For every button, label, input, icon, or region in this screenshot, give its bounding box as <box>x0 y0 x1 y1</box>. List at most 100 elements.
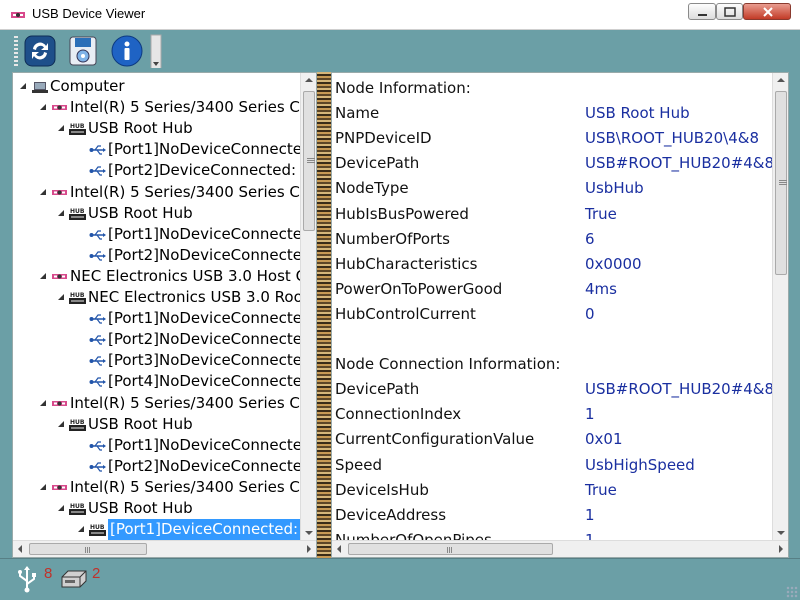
scroll-right-arrow-icon[interactable] <box>307 545 311 553</box>
tree-node[interactable]: [Port1]NoDeviceConnected <box>13 435 311 456</box>
info-value: 1 <box>585 505 595 524</box>
tree-node[interactable]: [Port2]NoDeviceConnected <box>13 329 311 350</box>
scroll-down-arrow-icon[interactable] <box>305 531 313 535</box>
tree-node[interactable]: HUB USB Root Hub <box>13 203 300 224</box>
info-key: DevicePath <box>335 380 420 399</box>
tree-node-label: USB Root Hub <box>88 119 193 138</box>
scroll-thumb[interactable] <box>775 91 787 275</box>
close-button[interactable] <box>743 3 791 20</box>
tree-node-label: [Port3]NoDeviceConnected <box>108 351 312 370</box>
scroll-left-arrow-icon[interactable] <box>337 545 341 553</box>
info-row[interactable]: NumberOfPorts 6 <box>335 227 775 252</box>
scroll-down-arrow-icon[interactable] <box>777 531 785 535</box>
maximize-button[interactable] <box>716 3 743 20</box>
expand-arrow-icon[interactable] <box>39 103 47 111</box>
usb-port-icon <box>89 142 106 157</box>
info-button[interactable] <box>110 34 144 68</box>
scroll-left-arrow-icon[interactable] <box>18 545 22 553</box>
info-row[interactable]: HubControlCurrent 0 <box>335 302 775 327</box>
resize-grip[interactable] <box>786 586 798 598</box>
toolbar-overflow-icon[interactable] <box>150 30 162 68</box>
usb-controller-icon <box>51 100 68 115</box>
tree-node[interactable]: [Port2]DeviceConnected: <box>13 160 300 181</box>
scroll-thumb[interactable] <box>29 543 147 555</box>
usb-symbol-icon <box>18 566 36 593</box>
info-row[interactable]: HubCharacteristics 0x0000 <box>335 252 775 277</box>
expand-arrow-icon[interactable] <box>39 483 47 491</box>
panel-splitter[interactable] <box>317 72 331 558</box>
scroll-thumb[interactable] <box>348 543 553 555</box>
tree-node-label: [Port1]NoDeviceConnected <box>108 140 312 159</box>
tree-node[interactable]: Intel(R) 5 Series/3400 Series Chipset Fa… <box>13 477 316 498</box>
tree-horizontal-scrollbar[interactable] <box>13 540 316 557</box>
info-row[interactable]: HubIsBusPowered True <box>335 202 775 227</box>
info-row[interactable]: DeviceAddress 1 <box>335 503 775 528</box>
tree-node[interactable]: Intel(R) 5 Series/3400 Series Chipset Fa… <box>13 182 316 203</box>
hub-icon: HUB <box>69 206 86 221</box>
expand-arrow-icon[interactable] <box>57 504 65 512</box>
tree-node[interactable]: Intel(R) 5 Series/3400 Series Chipset Fa… <box>13 97 316 118</box>
expand-arrow-icon[interactable] <box>77 525 85 533</box>
toolbar-grip[interactable] <box>14 36 18 66</box>
tree-node[interactable]: Intel(R) 5 Series/3400 Series Chipset Fa… <box>13 393 316 414</box>
tree-node[interactable]: [Port2]NoDeviceConnected <box>13 245 311 266</box>
minimize-button[interactable] <box>688 3 716 20</box>
tree-node[interactable]: [Port1]NoDeviceConnected <box>13 308 311 329</box>
save-button[interactable] <box>66 34 100 68</box>
info-row[interactable]: Speed UsbHighSpeed <box>335 453 775 478</box>
tree-node[interactable]: [Port4]NoDeviceConnected <box>13 371 311 392</box>
info-row[interactable]: DevicePath USB#ROOT_HUB20#4&8 <box>335 377 775 402</box>
tree-node[interactable]: HUBNEC Electronics USB 3.0 Root Hub <box>13 287 316 308</box>
info-key: CurrentConfigurationValue <box>335 430 535 449</box>
scroll-up-arrow-icon[interactable] <box>305 78 313 82</box>
info-row[interactable]: CurrentConfigurationValue 0x01 <box>335 427 775 452</box>
tree-node[interactable]: HUB USB Root Hub <box>13 118 300 139</box>
expand-arrow-icon[interactable] <box>57 209 65 217</box>
tree-node[interactable]: HUB [Port1]DeviceConnected: <box>13 519 301 541</box>
usb-controller-icon <box>51 269 68 284</box>
info-key: HubIsBusPowered <box>335 204 469 223</box>
tree-node[interactable]: NEC Electronics USB 3.0 Host Controller <box>13 266 316 287</box>
scroll-thumb[interactable] <box>303 91 315 231</box>
tree-node[interactable]: [Port3]NoDeviceConnected <box>13 350 311 371</box>
info-key: ConnectionIndex <box>335 405 462 424</box>
info-row[interactable]: NodeType UsbHub <box>335 176 775 201</box>
tree-node[interactable]: [Port1]NoDeviceConnected <box>13 139 311 160</box>
expand-arrow-icon[interactable] <box>39 272 47 280</box>
node-info-panel[interactable]: Node Information: Name USB Root Hub PNPDevi… <box>331 72 789 558</box>
expand-arrow-icon[interactable] <box>57 420 65 428</box>
tree-node-label: USB Root Hub <box>88 414 193 433</box>
scroll-up-arrow-icon[interactable] <box>777 78 785 82</box>
tree-node[interactable]: HUB USB Root Hub <box>13 414 300 435</box>
refresh-button[interactable] <box>23 34 57 68</box>
tree-node-label: [Port1]NoDeviceConnected <box>108 224 312 243</box>
info-row[interactable]: PNPDeviceID USB\ROOT_HUB20\4&8 <box>335 126 775 151</box>
refresh-icon <box>24 35 56 67</box>
tree-node[interactable]: [Port2]NoDeviceConnected <box>13 456 311 477</box>
svg-text:HUB: HUB <box>70 419 85 426</box>
info-value: UsbHub <box>585 179 644 198</box>
info-row[interactable]: DevicePath USB#ROOT_HUB20#4&8 <box>335 151 775 176</box>
expand-arrow-icon[interactable] <box>39 399 47 407</box>
info-row[interactable]: ConnectionIndex 1 <box>335 402 775 427</box>
device-tree[interactable]: Computer Intel(R) 5 Series/3400 Series Ch… <box>12 72 317 558</box>
info-value: True <box>585 480 617 499</box>
info-row[interactable]: DeviceIsHub True <box>335 478 775 503</box>
expand-arrow-icon[interactable] <box>57 293 65 301</box>
scroll-right-arrow-icon[interactable] <box>779 545 783 553</box>
info-row[interactable]: Name USB Root Hub <box>335 101 775 126</box>
usb-port-icon <box>89 163 106 178</box>
expand-arrow-icon[interactable] <box>39 188 47 196</box>
expand-arrow-icon[interactable] <box>19 82 27 90</box>
info-horizontal-scrollbar[interactable] <box>332 540 788 557</box>
tree-node[interactable]: HUB USB Root Hub <box>13 498 300 519</box>
hub-icon: HUB <box>89 522 106 537</box>
info-vertical-scrollbar[interactable] <box>772 73 788 540</box>
expand-arrow-icon[interactable] <box>57 124 65 132</box>
tree-vertical-scrollbar[interactable] <box>300 73 316 540</box>
usb-port-icon <box>89 332 106 347</box>
tree-node[interactable]: [Port1]NoDeviceConnected <box>13 224 311 245</box>
tree-node-label: Computer <box>50 77 125 95</box>
info-row[interactable]: PowerOnToPowerGood 4ms <box>335 277 775 302</box>
tree-node[interactable]: Computer <box>13 76 300 97</box>
